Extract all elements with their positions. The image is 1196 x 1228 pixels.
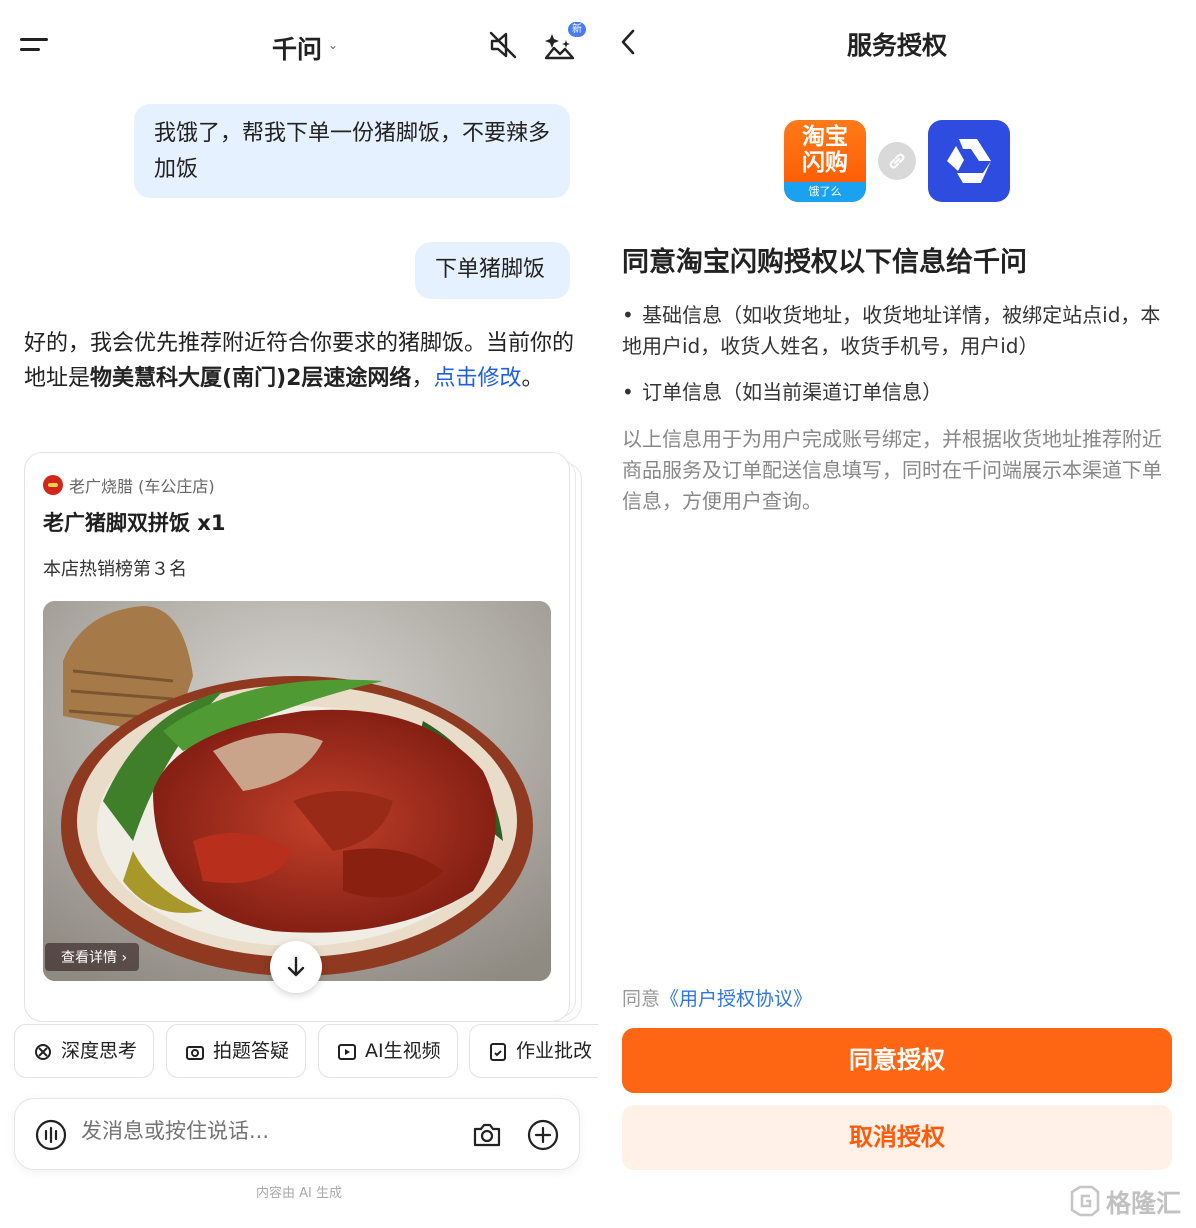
authorization-heading: 同意淘宝闪购授权以下信息给千问 [622, 247, 1027, 278]
chip-label: 拍题答疑 [213, 1040, 290, 1062]
homework-icon [490, 1043, 506, 1061]
photo-question-chip[interactable]: 拍题答疑 [166, 1024, 306, 1078]
info-bullet: • 基础信息（如收货地址，收货地址详情，被绑定站点id，本地用户id，收货人姓名… [622, 303, 1161, 358]
camera-question-icon [186, 1046, 204, 1060]
camera-icon[interactable] [471, 1119, 503, 1151]
chip-label: AI生视频 [365, 1040, 441, 1062]
user-agreement-link[interactable]: 《用户授权协议》 [660, 988, 812, 1010]
homework-chip[interactable]: 作业批改 [469, 1024, 598, 1078]
edit-address-link[interactable]: 点击修改 [433, 366, 521, 391]
quick-actions: 深度思考 拍题答疑 AI生视频 作业批改 [14, 1024, 598, 1078]
shop-logo [43, 475, 63, 495]
bullet-text: 基础信息（如收货地址，收货地址详情，被绑定站点id，本地用户id，收货人姓名，收… [622, 303, 1161, 358]
authorization-panel: 服务授权 淘宝 闪购 饿了么 同意淘宝闪购授权以下信息给千问 • 基础信息（如收… [598, 0, 1196, 1228]
scroll-down-button[interactable] [270, 941, 322, 993]
chat-panel: 千问 ⌄ 新 我饿了，帮我下单一份猪脚饭，不要辣多加饭 下单猪脚饭 好的，我会优… [0, 0, 598, 1228]
reply-text: 。 [521, 366, 544, 391]
reply-address: 物美慧科大厦(南门)2层速途网络 [90, 366, 412, 391]
dish-name: 老广猪脚双拼饭 x1 [43, 511, 226, 535]
message-input-bar[interactable] [14, 1098, 580, 1170]
dish-photo[interactable] [43, 601, 551, 981]
page-title: 服务授权 [846, 31, 947, 60]
chevron-down-icon[interactable]: ⌄ [328, 38, 338, 52]
voice-icon[interactable] [35, 1119, 67, 1151]
taobao-flash-logo: 淘宝 闪购 饿了么 [784, 120, 866, 202]
add-icon[interactable] [527, 1119, 559, 1151]
agree-authorize-button[interactable]: 同意授权 [622, 1028, 1172, 1093]
mute-icon[interactable] [486, 28, 520, 62]
watermark: 格隆汇 [1106, 1189, 1182, 1218]
view-detail-button[interactable]: 查看详情 › [45, 943, 140, 971]
info-bullet: • 订单信息（如当前渠道订单信息） [622, 380, 943, 404]
menu-icon[interactable] [20, 34, 50, 58]
logo-text: 闪购 [802, 150, 848, 176]
app-title[interactable]: 千问 [272, 30, 322, 66]
qianwen-logo [928, 120, 1010, 202]
user-message: 下单猪脚饭 [415, 242, 570, 299]
chip-label: 深度思考 [61, 1040, 138, 1062]
watermark-logo-icon [1070, 1185, 1100, 1217]
user-message: 我饿了，帮我下单一份猪脚饭，不要辣多加饭 [134, 104, 570, 198]
assistant-reply: 好的，我会优先推荐附近符合你要求的猪脚饭。当前你的地址是物美慧科大厦(南门)2层… [24, 326, 574, 396]
chip-label: 作业批改 [516, 1040, 593, 1062]
deep-think-icon [35, 1044, 51, 1060]
ai-video-chip[interactable]: AI生视频 [318, 1024, 458, 1078]
logo-text: 淘宝 [802, 124, 848, 150]
message-input[interactable] [81, 1119, 381, 1143]
logo-text: 饿了么 [784, 182, 866, 202]
link-icon [878, 142, 916, 180]
shop-name: 老广烧腊 (车公庄店) [69, 477, 215, 496]
ai-generated-note: 内容由 AI 生成 [256, 1186, 342, 1201]
order-card[interactable]: 老广烧腊 (车公庄店) 老广猪脚双拼饭 x1 本店热销榜第３名 查看详情 › [24, 452, 570, 1022]
new-badge: 新 [568, 22, 586, 37]
dish-rank: 本店热销榜第３名 [43, 559, 187, 580]
bullet-text: 订单信息（如当前渠道订单信息） [642, 380, 943, 404]
deep-think-chip[interactable]: 深度思考 [14, 1024, 154, 1078]
reply-text: ， [411, 366, 434, 391]
agreement-line: 同意《用户授权协议》 [622, 984, 812, 1011]
cancel-authorize-button[interactable]: 取消授权 [622, 1105, 1172, 1170]
arrow-down-icon [287, 956, 305, 977]
usage-note: 以上信息用于为用户完成账号绑定，并根据收货地址推荐附近商品服务及订单配送信息填写… [622, 427, 1162, 513]
agree-prefix: 同意 [622, 988, 661, 1010]
video-gen-icon [338, 1044, 356, 1060]
